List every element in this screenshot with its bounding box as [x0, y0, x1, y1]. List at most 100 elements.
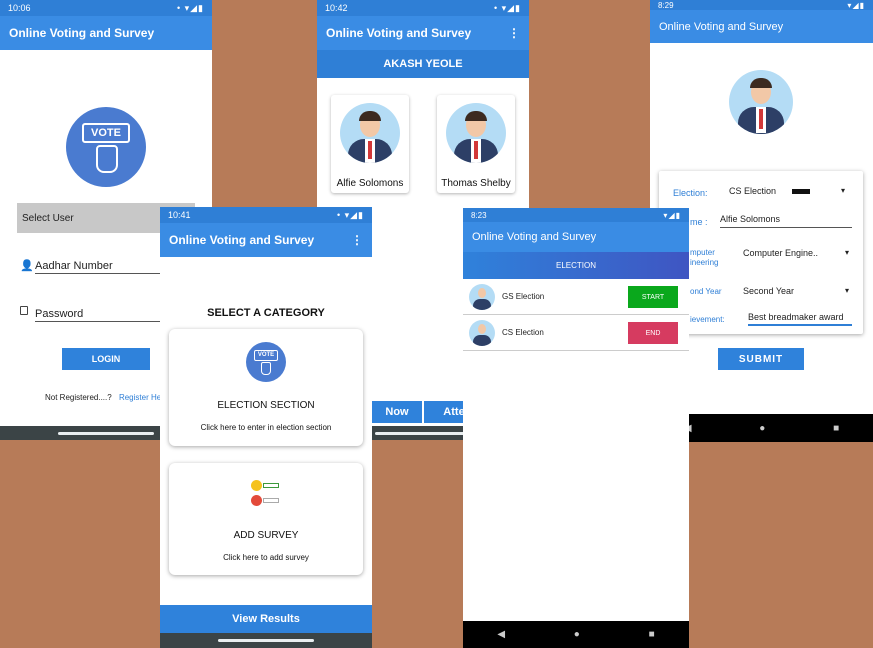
sad-face-icon: [251, 495, 262, 506]
dropdown-arrow-icon: ▾: [844, 248, 849, 257]
nomination-form: Election: CS Election ▾ me : Alfie Solom…: [659, 171, 863, 334]
app-bar: Online Voting and Survey: [0, 16, 212, 50]
user-name: AKASH YEOLE: [383, 58, 463, 70]
add-survey-card[interactable]: ADD SURVEY Click here to add survey: [169, 463, 363, 575]
status-icons: ▾◢▮: [663, 210, 681, 220]
app-title: Online Voting and Survey: [472, 231, 597, 243]
nav-bar: ◀ ● ■: [463, 621, 689, 648]
election-row[interactable]: CS Election END: [463, 315, 689, 351]
home-icon[interactable]: ●: [574, 629, 580, 640]
status-bar: 10:41 • ▾◢▮: [160, 207, 372, 223]
user-name-bar: AKASH YEOLE: [317, 50, 529, 78]
name-value: Alfie Solomons: [720, 214, 781, 224]
candidate-card[interactable]: Alfie Solomons: [331, 95, 409, 193]
vote-now-button[interactable]: Now: [372, 401, 422, 423]
avatar-tie: [474, 141, 478, 159]
status-bar: 8:29 ▾◢▮: [650, 0, 873, 10]
status-icons: • ▾◢▮: [336, 209, 364, 220]
app-bar: Online Voting and Survey: [463, 222, 689, 252]
election-row[interactable]: GS Election START: [463, 279, 689, 315]
election-name: GS Election: [502, 292, 545, 301]
avatar-hair: [750, 78, 772, 88]
lock-icon: [20, 306, 28, 315]
app-title: Online Voting and Survey: [326, 26, 472, 40]
more-menu-icon[interactable]: ⋮: [351, 233, 363, 247]
toggle-on-icon: [263, 483, 279, 488]
avatar: [446, 103, 506, 163]
aadhar-field[interactable]: Aadhar Number: [35, 256, 160, 274]
category-heading: SELECT A CATEGORY: [207, 307, 325, 319]
category-screen: 10:41 • ▾◢▮ Online Voting and Survey ⋮ S…: [160, 207, 372, 648]
year-select[interactable]: Second Year ▾: [743, 286, 853, 300]
home-pill[interactable]: [375, 431, 471, 435]
register-link[interactable]: Register He: [119, 393, 161, 402]
survey-icon: [251, 480, 281, 510]
department-label-line2: ineering: [690, 258, 719, 267]
election-value: CS Election: [729, 186, 777, 196]
dropdown-arrow-icon: ▾: [844, 286, 849, 295]
home-pill[interactable]: [218, 639, 314, 642]
more-menu-icon[interactable]: ⋮: [508, 26, 520, 40]
happy-face-icon: [251, 480, 262, 491]
end-button[interactable]: END: [628, 322, 678, 344]
vote-logo-box: VOTE: [82, 123, 130, 143]
avatar-head: [478, 324, 486, 334]
department-select[interactable]: Computer Engine.. ▾: [743, 248, 853, 262]
view-results-button[interactable]: View Results: [160, 605, 372, 633]
name-field[interactable]: Alfie Solomons: [720, 214, 852, 228]
toggle-off-icon: [263, 498, 279, 503]
avatar: [469, 320, 495, 346]
department-label: mputer ineering: [690, 248, 718, 268]
select-user-label: Select User: [22, 213, 74, 224]
avatar-hair: [359, 111, 381, 121]
status-icons: • ▾◢▮: [493, 2, 521, 13]
avatar: [340, 103, 400, 163]
vote-icon: VOTE: [246, 342, 286, 382]
candidate-card[interactable]: Thomas Shelby: [437, 95, 515, 193]
home-icon[interactable]: ●: [759, 423, 765, 434]
app-title: Online Voting and Survey: [9, 26, 155, 40]
aadhar-placeholder: Aadhar Number: [35, 260, 113, 272]
candidate-name: Thomas Shelby: [441, 178, 511, 189]
password-field[interactable]: Password: [35, 304, 160, 322]
password-placeholder: Password: [35, 308, 84, 320]
status-time: 8:29: [658, 0, 674, 10]
election-select[interactable]: CS Election ▾: [729, 186, 849, 200]
avatar-body: [473, 299, 491, 310]
election-section-card[interactable]: VOTE ELECTION SECTION Click here to ente…: [169, 329, 363, 446]
hand-icon: [96, 145, 118, 173]
app-bar: Online Voting and Survey: [650, 10, 873, 43]
add-survey-subtitle: Click here to add survey: [223, 553, 309, 562]
achievement-field[interactable]: Best breadmaker award: [748, 312, 852, 326]
status-icons: • ▾◢▮: [176, 2, 204, 13]
dropdown-arrow-icon: ▾: [840, 186, 845, 195]
hand-icon: [261, 362, 271, 375]
election-name: CS Election: [502, 328, 544, 337]
add-survey-title: ADD SURVEY: [233, 530, 299, 541]
avatar-tie: [368, 141, 372, 159]
election-header-label: ELECTION: [555, 261, 596, 270]
avatar-body: [473, 335, 491, 346]
recents-icon[interactable]: ■: [833, 423, 839, 434]
status-time: 10:42: [325, 3, 348, 13]
back-icon[interactable]: ◀: [497, 629, 505, 640]
login-button[interactable]: LOGIN: [62, 348, 150, 370]
name-label: me :: [690, 217, 708, 227]
status-bar: 10:06 • ▾◢▮: [0, 0, 212, 16]
recents-icon[interactable]: ■: [649, 629, 655, 640]
app-bar: Online Voting and Survey ⋮: [160, 223, 372, 257]
achievement-value: Best breadmaker award: [748, 312, 844, 322]
vote-icon-box: VOTE: [254, 350, 278, 361]
app-title: Online Voting and Survey: [169, 233, 315, 247]
home-pill[interactable]: [58, 431, 154, 435]
status-time: 10:41: [168, 210, 191, 220]
start-button[interactable]: START: [628, 286, 678, 308]
submit-button[interactable]: SUBMIT: [718, 348, 804, 370]
status-time: 8:23: [471, 210, 487, 220]
person-icon: 👤: [20, 260, 34, 272]
candidate-name: Alfie Solomons: [336, 178, 404, 189]
app-title: Online Voting and Survey: [659, 20, 784, 33]
avatar: [469, 284, 495, 310]
redacted-bar: [792, 189, 810, 194]
avatar-head: [478, 288, 486, 298]
